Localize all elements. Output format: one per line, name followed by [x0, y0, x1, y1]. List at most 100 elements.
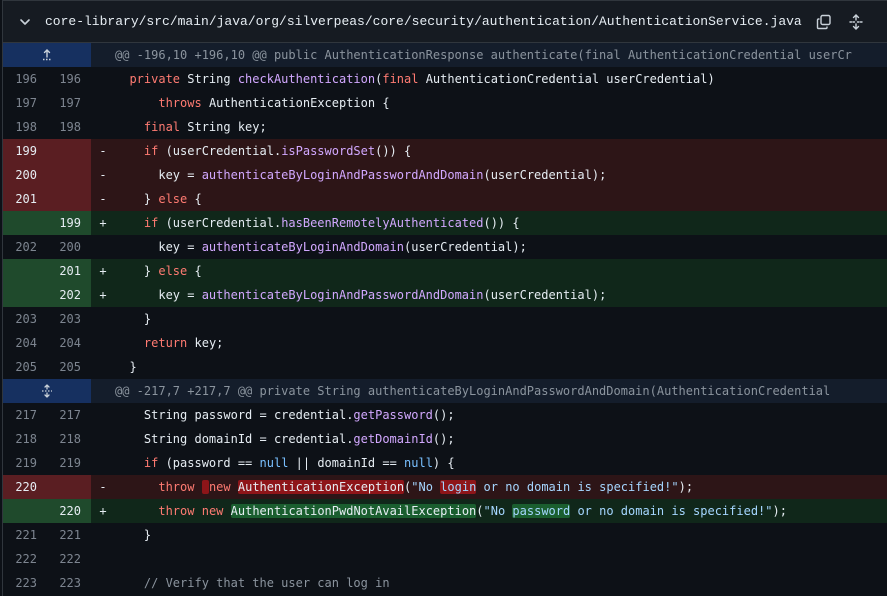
diff-line-deleted: 220 - throw new AuthenticationException("…: [3, 475, 887, 499]
code-line: final String key;: [143, 120, 267, 134]
old-line-number[interactable]: 197: [3, 91, 47, 115]
diff-sign: [91, 115, 115, 139]
old-line-number[interactable]: 219: [3, 451, 47, 475]
code-line: String password = credential.getPassword…: [115, 408, 455, 422]
old-line-number[interactable]: [3, 499, 47, 523]
code-line: if (password == null || domainId == null…: [143, 456, 455, 470]
diff-line: 218 218 String domainId = credential.getD…: [3, 427, 887, 451]
new-line-number[interactable]: 196: [47, 67, 91, 91]
new-line-number[interactable]: 222: [47, 547, 91, 571]
diff-line-deleted: 201 - } else {: [3, 187, 887, 211]
diff-line: 217 217 String password = credential.getP…: [3, 403, 887, 427]
old-line-number[interactable]: 218: [3, 427, 47, 451]
new-line-number[interactable]: [47, 163, 91, 187]
new-line-number[interactable]: 198: [47, 115, 91, 139]
new-line-number[interactable]: 203: [47, 307, 91, 331]
old-line-number[interactable]: 204: [3, 331, 47, 355]
code-line: throw new AuthenticationPwdNotAvailExcep…: [158, 504, 787, 518]
diff-line: 205 205 }: [3, 355, 887, 379]
diff-sign: -: [99, 192, 107, 206]
diff-sign: [91, 451, 115, 475]
code-line: String domainId = credential.getDomainId…: [115, 432, 455, 446]
diff-sign: [91, 331, 115, 355]
old-line-number[interactable]: 200: [3, 163, 47, 187]
old-line-number[interactable]: [3, 259, 47, 283]
expand-up-icon[interactable]: [3, 43, 91, 67]
code-line: if (userCredential.isPasswordSet()) {: [143, 144, 412, 158]
old-line-number[interactable]: 199: [3, 139, 47, 163]
expand-both-icon[interactable]: [3, 379, 91, 403]
new-line-number[interactable]: 218: [47, 427, 91, 451]
diff-line-added: 220 + throw new AuthenticationPwdNotAvail…: [3, 499, 887, 523]
diff-line: 204 204 return key;: [3, 331, 887, 355]
diff-sign: -: [99, 144, 107, 158]
old-line-number[interactable]: 196: [3, 67, 47, 91]
diff-line-deleted: 200 - key = authenticateByLoginAndPasswor…: [3, 163, 887, 187]
old-line-number[interactable]: 220: [3, 475, 47, 499]
diff-sign: +: [99, 264, 107, 278]
old-line-number[interactable]: 201: [3, 187, 47, 211]
hunk-header: @@ -196,10 +196,10 @@ public Authenticat…: [3, 43, 887, 67]
old-line-number[interactable]: 202: [3, 235, 47, 259]
diff-sign: [91, 523, 115, 547]
code-line: key = authenticateByLoginAndDomain(userC…: [115, 240, 527, 254]
new-line-number[interactable]: 204: [47, 331, 91, 355]
old-line-number[interactable]: [3, 283, 47, 307]
diff-line: 196 196 private String checkAuthenticatio…: [3, 67, 887, 91]
diff-sign: [91, 427, 115, 451]
chevron-down-icon[interactable]: [17, 14, 33, 30]
hunk-header-text: @@ -217,7 +217,7 @@ private String authe…: [115, 384, 831, 398]
new-line-number[interactable]: 197: [47, 91, 91, 115]
new-line-number[interactable]: 205: [47, 355, 91, 379]
code-line: }: [115, 360, 137, 374]
old-line-number[interactable]: 198: [3, 115, 47, 139]
diff-line-added: 202 + key = authenticateByLoginAndPasswor…: [3, 283, 887, 307]
diff-sign: [91, 91, 115, 115]
new-line-number[interactable]: 199: [47, 211, 91, 235]
code-line: if (userCredential.hasBeenRemotelyAuthen…: [143, 216, 520, 230]
copy-icon[interactable]: [814, 12, 834, 32]
new-line-number[interactable]: [47, 139, 91, 163]
new-line-number[interactable]: 223: [47, 571, 91, 595]
new-line-number[interactable]: [47, 187, 91, 211]
code-line: }: [115, 312, 152, 326]
diff-line: 222 222: [3, 547, 887, 571]
new-line-number[interactable]: 221: [47, 523, 91, 547]
diff-sign: [91, 355, 115, 379]
file-header: core-library/src/main/java/org/silverpea…: [3, 1, 887, 43]
diff-sign: +: [99, 216, 107, 230]
new-line-number[interactable]: 201: [47, 259, 91, 283]
code-line: return key;: [143, 336, 224, 350]
new-line-number[interactable]: 217: [47, 403, 91, 427]
expand-all-icon[interactable]: [846, 12, 866, 32]
diff-line: 221 221 }: [3, 523, 887, 547]
old-line-number[interactable]: 223: [3, 571, 47, 595]
diff-sign: -: [99, 480, 107, 494]
new-line-number[interactable]: 219: [47, 451, 91, 475]
new-line-number[interactable]: 220: [47, 499, 91, 523]
diff-table: @@ -196,10 +196,10 @@ public Authenticat…: [3, 43, 887, 595]
old-line-number[interactable]: 221: [3, 523, 47, 547]
code-line: private String checkAuthentication(final…: [129, 72, 715, 86]
old-line-number[interactable]: 217: [3, 403, 47, 427]
diff-sign: [91, 547, 115, 571]
diff-sign: [91, 235, 115, 259]
new-line-number[interactable]: 200: [47, 235, 91, 259]
new-line-number[interactable]: 202: [47, 283, 91, 307]
diff-line-added: 201 + } else {: [3, 259, 887, 283]
new-line-number[interactable]: [47, 475, 91, 499]
hunk-header: @@ -217,7 +217,7 @@ private String authe…: [3, 379, 887, 403]
diff-line: 197 197 throws AuthenticationException {: [3, 91, 887, 115]
diff-line-added: 199 + if (userCredential.hasBeenRemotelyA…: [3, 211, 887, 235]
code-line: } else {: [115, 264, 202, 278]
diff-sign: [91, 403, 115, 427]
old-line-number[interactable]: 205: [3, 355, 47, 379]
diff-line: 203 203 }: [3, 307, 887, 331]
diff-line: 219 219 if (password == null || domainId …: [3, 451, 887, 475]
file-path[interactable]: core-library/src/main/java/org/silverpea…: [45, 14, 802, 29]
old-line-number[interactable]: 222: [3, 547, 47, 571]
diff-sign: [91, 67, 115, 91]
old-line-number[interactable]: [3, 211, 47, 235]
old-line-number[interactable]: 203: [3, 307, 47, 331]
code-line: key = authenticateByLoginAndPasswordAndD…: [115, 168, 607, 182]
